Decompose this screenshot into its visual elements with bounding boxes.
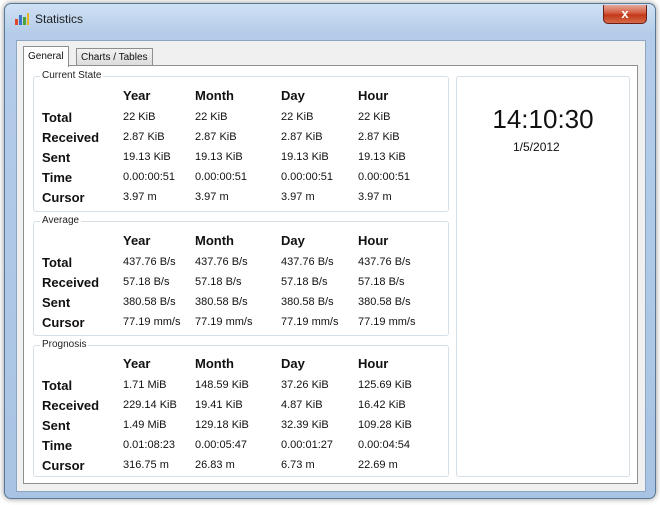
stat-value: 19.13 KiB: [358, 151, 406, 163]
column-header-month: Month: [195, 356, 234, 371]
close-icon: x: [621, 6, 629, 21]
column-header-year: Year: [123, 356, 151, 371]
clock-panel: 14:10:30 1/5/2012: [456, 76, 630, 477]
stat-value: 437.76 B/s: [358, 256, 411, 268]
row-label-time: Time: [42, 170, 73, 185]
stat-value: 3.97 m: [123, 191, 157, 203]
column-header-month: Month: [195, 88, 234, 103]
stat-value: 77.19 mm/s: [358, 316, 416, 328]
stat-value: 16.42 KiB: [358, 399, 406, 411]
stat-value: 57.18 B/s: [195, 276, 242, 288]
stat-value: 2.87 KiB: [123, 131, 165, 143]
clock-date: 1/5/2012: [513, 140, 560, 154]
tab-page-general: Current State Year Month Day Hour Total 22 Ki…: [23, 65, 638, 484]
stat-value: 437.76 B/s: [281, 256, 334, 268]
bar-chart-icon: [15, 13, 29, 25]
stat-value: 1.49 MiB: [123, 419, 167, 431]
row-label-sent: Sent: [42, 295, 71, 310]
stat-value: 437.76 B/s: [195, 256, 248, 268]
stat-value: 19.41 KiB: [195, 399, 243, 411]
stat-value: 6.73 m: [281, 459, 315, 471]
stat-value: 19.13 KiB: [123, 151, 171, 163]
stat-value: 380.58 B/s: [195, 296, 248, 308]
stat-value: 22 KiB: [358, 111, 391, 123]
stat-value: 380.58 B/s: [358, 296, 411, 308]
stat-value: 2.87 KiB: [195, 131, 237, 143]
column-header-day: Day: [281, 356, 305, 371]
stat-value: 57.18 B/s: [123, 276, 170, 288]
group-current-state: Current State Year Month Day Hour Total 22 Ki…: [33, 70, 449, 212]
row-label-cursor: Cursor: [42, 315, 85, 330]
stat-value: 148.59 KiB: [195, 379, 249, 391]
stat-value: 109.28 KiB: [358, 419, 412, 431]
stat-value: 380.58 B/s: [281, 296, 334, 308]
window-title: Statistics: [35, 12, 84, 26]
stat-value: 19.13 KiB: [195, 151, 243, 163]
stat-value: 0.01:08:23: [123, 439, 175, 451]
group-prognosis: Prognosis Year Month Day Hour Total 1.71 MiB 1…: [33, 339, 449, 477]
row-label-cursor: Cursor: [42, 190, 85, 205]
stat-value: 26.83 m: [195, 459, 235, 471]
group-average: Average Year Month Day Hour Total 437.76 B/s 4…: [33, 215, 449, 336]
stat-value: 32.39 KiB: [281, 419, 329, 431]
clock-time: 14:10:30: [492, 104, 594, 134]
stat-value: 57.18 B/s: [358, 276, 405, 288]
statistics-window: Statistics x General Charts / Tables Cur…: [4, 3, 656, 499]
stat-value: 57.18 B/s: [281, 276, 328, 288]
column-header-hour: Hour: [358, 356, 389, 371]
row-label-received: Received: [42, 398, 100, 413]
row-label-received: Received: [42, 130, 100, 145]
row-label-sent: Sent: [42, 418, 71, 433]
stat-value: 125.69 KiB: [358, 379, 412, 391]
column-header-day: Day: [281, 88, 305, 103]
stat-value: 2.87 KiB: [281, 131, 323, 143]
close-button[interactable]: x: [603, 5, 647, 24]
stat-value: 22 KiB: [123, 111, 156, 123]
stat-value: 3.97 m: [281, 191, 315, 203]
row-label-total: Total: [42, 378, 73, 393]
column-header-hour: Hour: [358, 88, 389, 103]
stat-value: 129.18 KiB: [195, 419, 249, 431]
stat-value: 77.19 mm/s: [123, 316, 181, 328]
row-label-total: Total: [42, 110, 73, 125]
stat-value: 3.97 m: [358, 191, 392, 203]
stat-value: 22 KiB: [281, 111, 314, 123]
stat-value: 0.00:00:51: [358, 171, 410, 183]
row-label-received: Received: [42, 275, 100, 290]
stat-value: 22 KiB: [195, 111, 228, 123]
stat-value: 19.13 KiB: [281, 151, 329, 163]
stat-value: 37.26 KiB: [281, 379, 329, 391]
stat-value: 77.19 mm/s: [195, 316, 253, 328]
stat-value: 0.00:01:27: [281, 439, 333, 451]
stat-value: 316.75 m: [123, 459, 169, 471]
stat-value: 3.97 m: [195, 191, 229, 203]
column-header-month: Month: [195, 233, 234, 248]
stat-value: 229.14 KiB: [123, 399, 177, 411]
stat-value: 77.19 mm/s: [281, 316, 339, 328]
tab-general[interactable]: General: [23, 46, 69, 67]
stat-value: 0.00:00:51: [195, 171, 247, 183]
stat-value: 4.87 KiB: [281, 399, 323, 411]
column-header-hour: Hour: [358, 233, 389, 248]
column-header-year: Year: [123, 233, 151, 248]
stat-value: 22.69 m: [358, 459, 398, 471]
column-header-day: Day: [281, 233, 305, 248]
stat-value: 0.00:00:51: [281, 171, 333, 183]
stat-value: 2.87 KiB: [358, 131, 400, 143]
row-label-sent: Sent: [42, 150, 71, 165]
row-label-total: Total: [42, 255, 73, 270]
tab-charts-tables[interactable]: Charts / Tables: [76, 48, 153, 65]
stat-value: 437.76 B/s: [123, 256, 176, 268]
title-bar[interactable]: Statistics x: [5, 4, 655, 34]
stat-value: 1.71 MiB: [123, 379, 167, 391]
stat-value: 0.00:00:51: [123, 171, 175, 183]
stat-value: 0.00:05:47: [195, 439, 247, 451]
row-label-time: Time: [42, 438, 73, 453]
stat-value: 0.00:04:54: [358, 439, 410, 451]
row-label-cursor: Cursor: [42, 458, 85, 473]
stat-value: 380.58 B/s: [123, 296, 176, 308]
column-header-year: Year: [123, 88, 151, 103]
client-area: General Charts / Tables Current State Ye…: [16, 40, 646, 492]
